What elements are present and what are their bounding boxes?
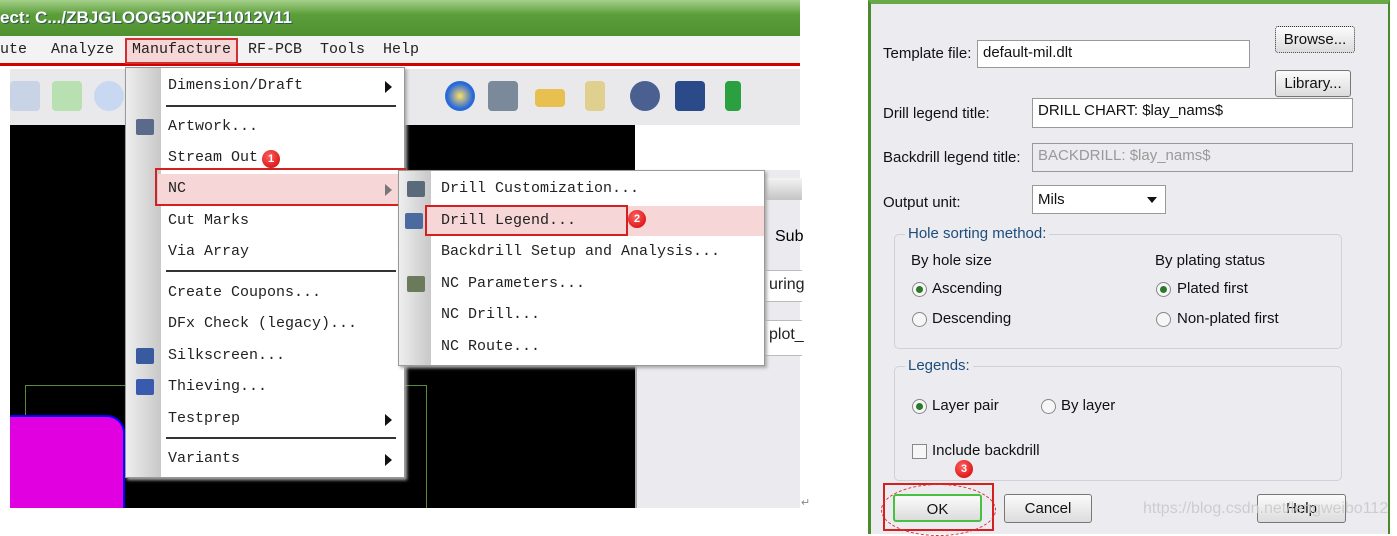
menu-item-variants[interactable]: Variants: [126, 444, 404, 474]
template-file-input[interactable]: default-mil.dlt: [977, 40, 1250, 68]
artwork-icon: [136, 119, 154, 135]
menu-manufacture[interactable]: Manufacture: [132, 41, 231, 58]
columns-icon[interactable]: [675, 81, 705, 111]
include-backdrill-checkbox[interactable]: [912, 444, 927, 459]
output-unit-value: Mils: [1038, 191, 1065, 208]
zoom-icon[interactable]: [94, 81, 124, 111]
menu-item-via-array[interactable]: Via Array: [126, 237, 404, 267]
template-file-label: Template file:: [883, 45, 972, 62]
non-plated-first-label: Non-plated first: [1177, 310, 1279, 327]
menu-item-thieving[interactable]: Thieving...: [126, 372, 404, 402]
grid-icon[interactable]: [10, 81, 40, 111]
drill-customization-icon: [407, 181, 425, 197]
step-badge-1: 1: [262, 150, 280, 168]
submenu-arrow-icon: [385, 454, 392, 466]
by-layer-label: By layer: [1061, 397, 1116, 414]
backdrill-legend-title-input[interactable]: BACKDRILL: $lay_nams$: [1032, 143, 1353, 172]
drill-legend-title-input[interactable]: DRILL CHART: $lay_nams$: [1032, 98, 1353, 128]
ascending-label: Ascending: [932, 280, 1003, 297]
non-plated-first-radio[interactable]: [1156, 312, 1171, 327]
drill-legend-dialog: Template file: default-mil.dlt Browse...…: [868, 0, 1390, 536]
pcb-board-graphic: [10, 415, 125, 508]
nc-parameters-icon: [407, 276, 425, 292]
window-title: ect: C.../ZBJGLOOG5ON2F11012V11: [0, 8, 292, 27]
thieving-icon: [136, 379, 154, 395]
menu-item-nc-drill[interactable]: NC Drill...: [399, 300, 764, 330]
library-button[interactable]: Library...: [1275, 70, 1351, 97]
by-hole-size-label: By hole size: [911, 252, 992, 269]
drill-legend-title-label: Drill legend title:: [883, 105, 990, 122]
panel-text-sub: Sub: [775, 228, 804, 245]
by-plating-status-label: By plating status: [1155, 252, 1266, 269]
step-badge-2: 2: [628, 210, 646, 228]
menu-item-drill-customization[interactable]: Drill Customization...: [399, 174, 764, 204]
menu-help[interactable]: Help: [383, 41, 419, 58]
layer-pair-label: Layer pair: [932, 397, 999, 414]
map-icon[interactable]: [52, 81, 82, 111]
menu-item-nc-parameters[interactable]: NC Parameters...: [399, 269, 764, 299]
properties-icon[interactable]: [488, 81, 518, 111]
menu-tools[interactable]: Tools: [320, 41, 365, 58]
step-badge-3: 3: [955, 460, 973, 478]
menu-separator: [166, 270, 396, 272]
menu-analyze[interactable]: Analyze: [51, 41, 114, 58]
hole-sorting-title: Hole sorting method:: [905, 225, 1050, 242]
silkscreen-icon: [136, 348, 154, 364]
descending-radio[interactable]: [912, 312, 927, 327]
menu-item-create-coupons[interactable]: Create Coupons...: [126, 278, 404, 308]
menu-item-cut-marks[interactable]: Cut Marks: [126, 206, 404, 236]
menu-item-nc-route[interactable]: NC Route...: [399, 332, 764, 362]
menu-separator: [166, 105, 396, 107]
submenu-arrow-icon: [385, 414, 392, 426]
drill-legend-highlight-box: [425, 205, 628, 236]
hole-sorting-group: Hole sorting method: By hole size Ascend…: [894, 225, 1342, 349]
nc-highlight-box: [155, 168, 406, 206]
menu-item-artwork[interactable]: Artwork...: [126, 112, 404, 142]
brush-icon[interactable]: [585, 81, 605, 111]
output-unit-label: Output unit:: [883, 194, 961, 211]
submenu-arrow-icon: [385, 81, 392, 93]
info-icon[interactable]: [445, 81, 475, 111]
return-mark: ↵: [801, 497, 811, 509]
output-unit-select[interactable]: Mils: [1032, 185, 1166, 214]
manufacture-menu: Dimension/Draft Artwork... Stream Out NC…: [125, 67, 405, 478]
ascending-radio[interactable]: [912, 282, 927, 297]
menu-route[interactable]: ute: [0, 41, 27, 58]
menu-item-dimension-draft[interactable]: Dimension/Draft: [126, 71, 404, 101]
menu-item-silkscreen[interactable]: Silkscreen...: [126, 341, 404, 371]
menu-separator: [166, 437, 396, 439]
include-backdrill-label: Include backdrill: [932, 442, 1040, 459]
hourglass-icon[interactable]: [725, 81, 741, 111]
legends-title: Legends:: [905, 357, 973, 374]
browse-button[interactable]: Browse...: [1275, 26, 1355, 53]
menu-item-testprep[interactable]: Testprep: [126, 404, 404, 434]
by-layer-radio[interactable]: [1041, 399, 1056, 414]
menu-item-backdrill-setup[interactable]: Backdrill Setup and Analysis...: [399, 237, 764, 267]
plated-first-radio[interactable]: [1156, 282, 1171, 297]
layer-pair-radio[interactable]: [912, 399, 927, 414]
menu-item-dfx-check[interactable]: DFx Check (legacy)...: [126, 309, 404, 339]
window-title-bar: ect: C.../ZBJGLOOG5ON2F11012V11: [0, 0, 800, 36]
backdrill-legend-title-label: Backdrill legend title:: [883, 149, 1021, 166]
nc-submenu: Drill Customization... Drill Legend... B…: [398, 170, 765, 366]
menu-rf-pcb[interactable]: RF-PCB: [248, 41, 302, 58]
plated-first-label: Plated first: [1177, 280, 1248, 297]
highlight-icon[interactable]: [630, 81, 660, 111]
measure-icon[interactable]: [535, 89, 565, 107]
drill-legend-icon: [405, 213, 423, 229]
ok-button[interactable]: OK: [893, 494, 982, 522]
watermark: https://blog.csdn.net/lengweibo112: [1143, 500, 1389, 517]
cancel-button[interactable]: Cancel: [1004, 494, 1092, 523]
descending-label: Descending: [932, 310, 1012, 327]
dropdown-arrow-icon: [1147, 197, 1157, 203]
